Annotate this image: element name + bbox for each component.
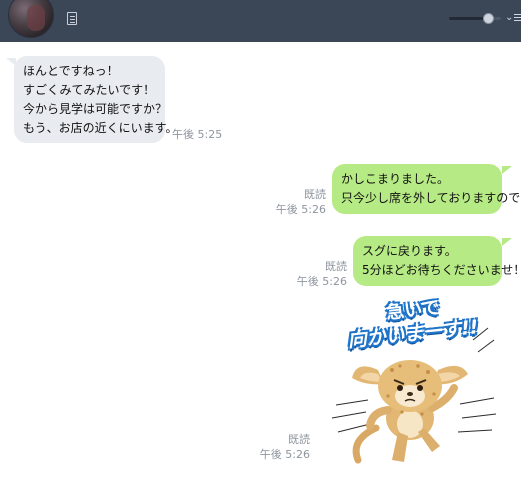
- message-bubble-outgoing[interactable]: かしこまりました。 只今少し席を外しておりますので: [332, 164, 520, 214]
- slider-thumb[interactable]: [483, 13, 494, 24]
- menu-icon[interactable]: [514, 14, 521, 22]
- notes-icon[interactable]: [67, 12, 77, 25]
- message-time: 午後 5:26: [259, 448, 310, 461]
- cheetah-sticker-image: [331, 327, 497, 464]
- chevron-down-icon[interactable]: ⌄: [505, 12, 513, 23]
- read-receipt: 既読: [304, 188, 326, 201]
- message-bubble-incoming[interactable]: ほんとですねっ！ すごくみてみたいです！ 今から見学は可能ですか？ もう、お店の…: [14, 56, 177, 143]
- message-time: 午後 5:26: [275, 203, 326, 216]
- sticker-message[interactable]: 急いで 向かいまーす!!: [328, 297, 498, 472]
- volume-slider[interactable]: [449, 13, 501, 24]
- message-time: 午後 5:26: [296, 275, 347, 288]
- read-receipt: 既読: [288, 433, 310, 446]
- contact-avatar[interactable]: [8, 0, 54, 38]
- bubble-tail: [502, 238, 512, 246]
- bubble-tail: [502, 166, 512, 174]
- message-time: 午後 5:25: [172, 128, 223, 141]
- chat-header: ⌄: [0, 0, 521, 42]
- message-bubble-outgoing[interactable]: スグに戻ります。 5分ほどお待ちくださいませ！: [353, 236, 521, 286]
- read-receipt: 既読: [325, 260, 347, 273]
